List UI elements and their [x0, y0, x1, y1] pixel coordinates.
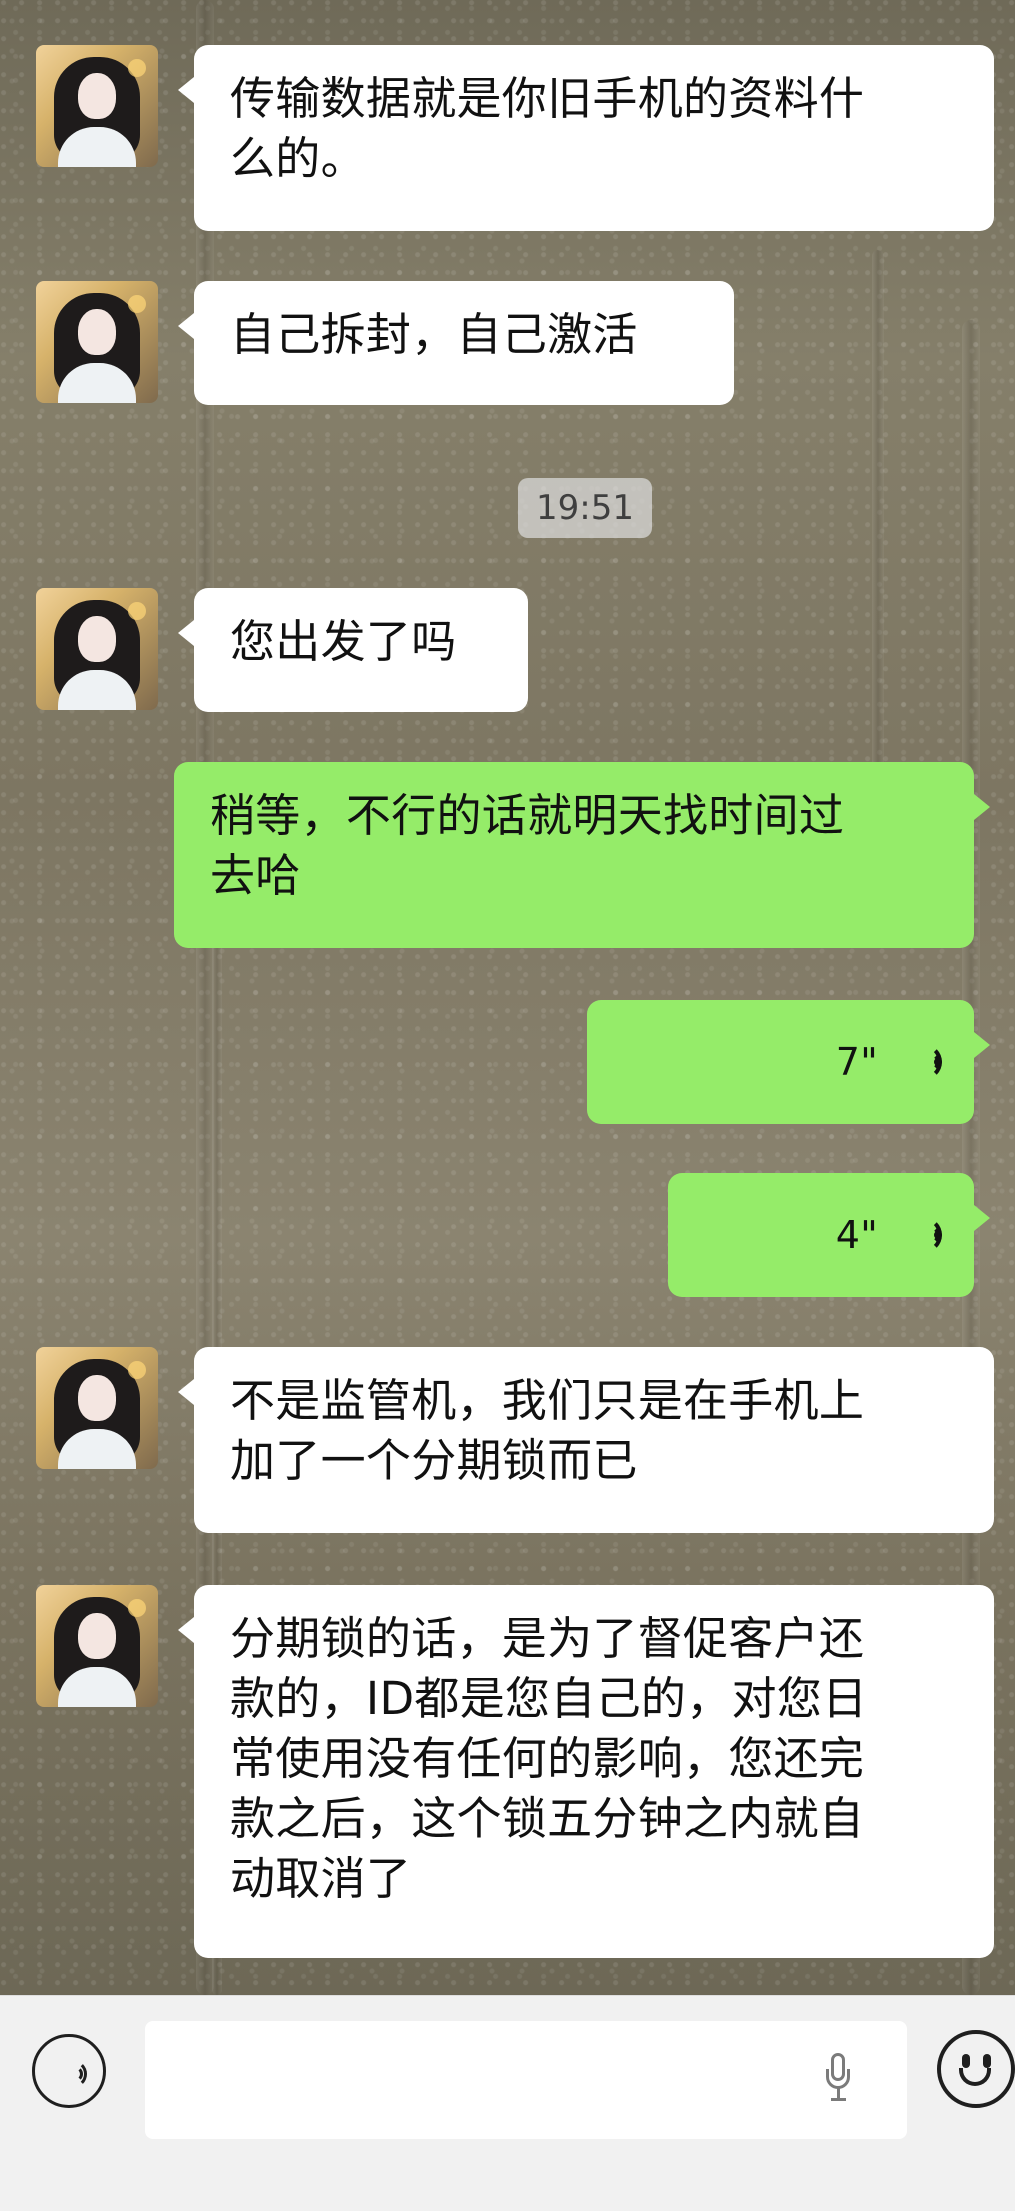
voice-wave-icon	[906, 1041, 942, 1083]
message-bubble[interactable]: 稍等，不行的话就明天找时间过 去哈	[174, 762, 990, 948]
message-bubble[interactable]: 分期锁的话，是为了督促客户还 款的，ID都是您自己的，对您日 常使用没有任何的影…	[178, 1585, 994, 1958]
message-bubble[interactable]: 传输数据就是你旧手机的资料什 么的。	[178, 45, 994, 231]
message-bubble[interactable]: 不是监管机，我们只是在手机上 加了一个分期锁而已	[178, 1347, 994, 1533]
message-bubble[interactable]: 您出发了吗	[178, 588, 528, 712]
mic-icon[interactable]	[823, 2053, 853, 2107]
message-composer	[0, 1995, 1015, 2211]
voice-message-bubble[interactable]: 4"	[668, 1173, 990, 1297]
background-drip-3	[872, 250, 884, 770]
emoji-icon[interactable]	[937, 2030, 1015, 2108]
contact-avatar[interactable]	[36, 281, 158, 403]
contact-avatar[interactable]	[36, 45, 158, 167]
contact-avatar[interactable]	[36, 1585, 158, 1707]
message-input[interactable]	[145, 2021, 907, 2139]
voice-message-bubble[interactable]: 7"	[587, 1000, 990, 1124]
voice-wave-icon	[906, 1214, 942, 1256]
chat-timestamp: 19:51	[518, 478, 652, 538]
contact-avatar[interactable]	[36, 1347, 158, 1469]
voice-toggle-icon[interactable]	[32, 2034, 106, 2108]
voice-duration: 4"	[835, 1213, 878, 1257]
voice-duration: 7"	[835, 1040, 878, 1084]
contact-avatar[interactable]	[36, 588, 158, 710]
message-bubble[interactable]: 自己拆封，自己激活	[178, 281, 734, 405]
